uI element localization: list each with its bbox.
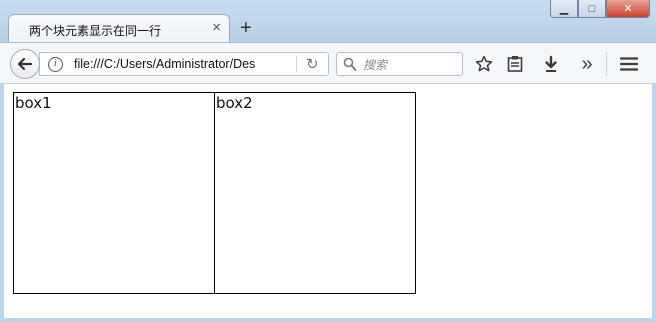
bookmark-star-icon[interactable]: [474, 54, 494, 74]
close-icon: ✕: [623, 3, 633, 15]
browser-window: 两个块元素显示在同一行 × + ▁ □ ✕ i file:///C:/Users…: [0, 0, 656, 322]
navigation-toolbar: i file:///C:/Users/Administrator/Des ↻ 搜…: [0, 42, 656, 84]
new-tab-button[interactable]: +: [240, 18, 252, 38]
library-icon[interactable]: [505, 54, 525, 74]
search-input[interactable]: [361, 55, 461, 75]
overflow-chevron-icon[interactable]: »: [577, 53, 597, 75]
page-content: box1 box2: [4, 84, 652, 318]
minimize-icon: ▁: [559, 3, 569, 15]
box-1-label: box1: [15, 94, 52, 112]
maximize-icon: □: [588, 2, 596, 15]
back-arrow-icon: [17, 57, 33, 71]
search-bar[interactable]: [336, 52, 463, 76]
box-1: box1: [13, 92, 215, 294]
close-tab-icon[interactable]: ×: [212, 20, 221, 36]
info-icon[interactable]: i: [48, 57, 63, 72]
reload-icon[interactable]: ↻: [306, 55, 319, 73]
tab-active[interactable]: 两个块元素显示在同一行 ×: [8, 14, 230, 44]
tab-title: 两个块元素显示在同一行: [29, 24, 162, 38]
url-divider: [296, 56, 297, 72]
minimize-button[interactable]: ▁: [550, 0, 578, 18]
url-bar[interactable]: i file:///C:/Users/Administrator/Des ↻: [39, 52, 329, 76]
close-window-button[interactable]: ✕: [606, 0, 650, 18]
back-button[interactable]: [10, 49, 40, 79]
download-icon[interactable]: [541, 54, 561, 74]
search-icon: [343, 57, 357, 71]
maximize-button[interactable]: □: [578, 0, 606, 18]
url-text[interactable]: file:///C:/Users/Administrator/Des: [74, 57, 296, 71]
box-2: box2: [214, 92, 416, 294]
window-controls: ▁ □ ✕: [550, 0, 650, 18]
tab-strip: 两个块元素显示在同一行 × + ▁ □ ✕: [0, 0, 656, 44]
box-2-label: box2: [216, 94, 253, 112]
toolbar-divider: [606, 52, 607, 76]
hamburger-menu-icon[interactable]: [619, 54, 639, 74]
